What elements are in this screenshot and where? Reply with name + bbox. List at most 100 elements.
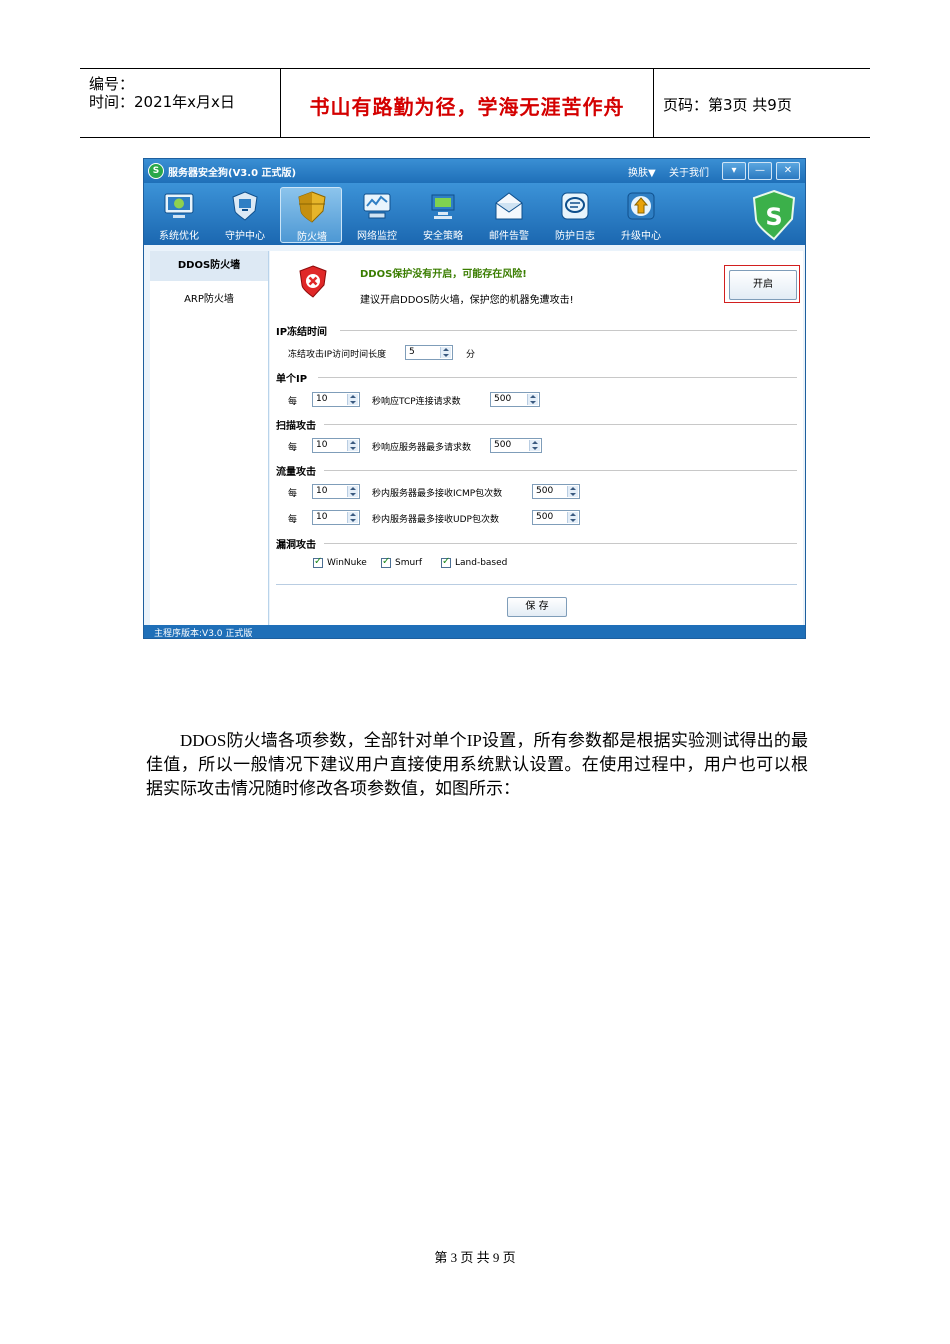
tool-protection-log[interactable]: 防护日志 xyxy=(544,187,606,243)
network-icon xyxy=(363,193,391,219)
mail-icon xyxy=(495,192,523,220)
tool-label: 邮件告警 xyxy=(489,231,529,242)
smurf-label: Smurf xyxy=(395,558,423,568)
stepper-value: 10 xyxy=(316,486,328,496)
alert-description: 建议开启DDOS防火墙，保护您的机器免遭攻击! xyxy=(360,295,574,306)
save-divider xyxy=(276,584,797,585)
smurf-checkbox[interactable] xyxy=(381,556,391,568)
section-divider xyxy=(324,543,797,544)
section-divider xyxy=(318,377,797,378)
icmp-seconds-stepper[interactable]: 10 xyxy=(312,484,360,499)
freeze-time-stepper[interactable]: 5 xyxy=(405,345,453,360)
header-right-cell: 页码：第3页 共9页 xyxy=(654,69,870,137)
section-divider xyxy=(324,424,797,425)
log-icon xyxy=(561,192,589,220)
stepper-value: 500 xyxy=(494,394,512,404)
winnuke-checkbox[interactable] xyxy=(313,556,323,568)
tcp-seconds-stepper[interactable]: 10 xyxy=(312,392,360,407)
sidebar: DDOS防火墙 ARP防火墙 xyxy=(150,251,269,625)
body-paragraph: DDOS防火墙各项参数，全部针对单个IP设置，所有参数都是根据实验测试得出的最佳… xyxy=(146,729,808,801)
icmp-label: 秒内服务器最多接收ICMP包次数 xyxy=(372,489,503,499)
icmp-packets-stepper[interactable]: 500 xyxy=(532,484,580,499)
tool-upgrade-center[interactable]: 升级中心 xyxy=(610,187,672,243)
page-header: 编号： 时间：2021年x月x日 书山有路勤为径，学海无涯苦作舟 页码：第3页 … xyxy=(80,68,870,138)
upgrade-icon xyxy=(627,192,655,220)
main-toolbar: 系统优化 守护中心 防火墙 网络监控 安全策略 邮件告警 防护日志 升级中心 S xyxy=(144,183,805,245)
tool-network-monitor[interactable]: 网络监控 xyxy=(346,187,408,243)
paragraph-text: DDOS防火墙各项参数，全部针对单个IP设置，所有参数都是根据实验测试得出的最佳… xyxy=(146,731,808,798)
section-title-flood: 流量攻击 xyxy=(276,467,316,478)
udp-label: 秒内服务器最多接收UDP包次数 xyxy=(372,515,499,525)
doc-time-label: 时间：2021年x月x日 xyxy=(89,93,235,111)
stepper-value: 10 xyxy=(316,394,328,404)
scan-seconds-stepper[interactable]: 10 xyxy=(312,438,360,453)
stepper-arrows-icon[interactable] xyxy=(347,486,358,497)
stepper-arrows-icon[interactable] xyxy=(347,512,358,523)
app-logo-icon: S xyxy=(148,163,164,179)
tool-label: 安全策略 xyxy=(423,231,463,242)
save-button[interactable]: 保 存 xyxy=(507,597,567,617)
stepper-value: 10 xyxy=(316,512,328,522)
per-label: 每 xyxy=(288,443,298,453)
tool-security-policy[interactable]: 安全策略 xyxy=(412,187,474,243)
tool-label: 防火墙 xyxy=(297,232,327,243)
land-based-label: Land-based xyxy=(455,558,508,568)
tcp-label: 秒响应TCP连接请求数 xyxy=(372,397,461,407)
tool-firewall[interactable]: 防火墙 xyxy=(280,187,342,243)
app-window: S 服务器安全狗(V3.0 正式版) 换肤▼ 关于我们 ▾ — ✕ 系统优化 守… xyxy=(143,158,806,639)
header-left-cell: 编号： 时间：2021年x月x日 xyxy=(80,69,281,137)
svg-text:S: S xyxy=(765,203,782,231)
scan-label: 秒响应服务器最多请求数 xyxy=(372,443,472,453)
stepper-value: 500 xyxy=(536,512,554,522)
stepper-arrows-icon[interactable] xyxy=(440,347,451,358)
per-label: 每 xyxy=(288,397,298,407)
winnuke-label: WinNuke xyxy=(327,558,367,568)
alert-title: DDOS保护没有开启，可能存在风险! xyxy=(360,269,527,280)
stepper-arrows-icon[interactable] xyxy=(527,394,538,405)
per-label: 每 xyxy=(288,515,298,525)
section-divider xyxy=(340,330,797,331)
udp-seconds-stepper[interactable]: 10 xyxy=(312,510,360,525)
status-bar: 主程序版本:V3.0 正式版 xyxy=(144,625,805,638)
open-button-highlight: 开启 xyxy=(724,265,800,303)
stepper-arrows-icon[interactable] xyxy=(567,486,578,497)
stepper-value: 500 xyxy=(494,440,512,450)
menu-dropdown-button[interactable]: ▾ xyxy=(722,162,746,180)
stepper-arrows-icon[interactable] xyxy=(347,394,358,405)
shield-icon xyxy=(298,191,326,223)
udp-packets-stepper[interactable]: 500 xyxy=(532,510,580,525)
header-motto: 书山有路勤为径，学海无涯苦作舟 xyxy=(309,95,625,119)
stepper-value: 10 xyxy=(316,440,328,450)
stepper-arrows-icon[interactable] xyxy=(529,440,540,451)
tool-system-optimize[interactable]: 系统优化 xyxy=(148,187,210,243)
tool-label: 系统优化 xyxy=(159,231,199,242)
close-button[interactable]: ✕ xyxy=(776,162,800,180)
enable-button[interactable]: 开启 xyxy=(729,270,797,300)
stepper-arrows-icon[interactable] xyxy=(567,512,578,523)
tool-label: 升级中心 xyxy=(621,231,661,242)
section-title-scan: 扫描攻击 xyxy=(276,421,316,432)
stepper-arrows-icon[interactable] xyxy=(347,440,358,451)
skin-menu[interactable]: 换肤▼ xyxy=(628,164,656,179)
tcp-requests-stepper[interactable]: 500 xyxy=(490,392,540,407)
tool-mail-alert[interactable]: 邮件告警 xyxy=(478,187,540,243)
section-title-freeze: IP冻结时间 xyxy=(276,327,328,338)
scan-requests-stepper[interactable]: 500 xyxy=(490,438,542,453)
about-link[interactable]: 关于我们 xyxy=(669,164,709,179)
freeze-unit: 分 xyxy=(466,350,476,360)
land-based-checkbox[interactable] xyxy=(441,556,451,568)
sidebar-item-ddos[interactable]: DDOS防火墙 xyxy=(150,251,268,281)
tool-guard-center[interactable]: 守护中心 xyxy=(214,187,276,243)
header-page-info: 页码：第3页 共9页 xyxy=(663,96,792,114)
page-footer: 第 3 页 共 9 页 xyxy=(434,1250,516,1265)
tool-label: 防护日志 xyxy=(555,231,595,242)
version-status: 主程序版本:V3.0 正式版 xyxy=(154,629,253,639)
stepper-value: 5 xyxy=(409,347,415,357)
per-label: 每 xyxy=(288,489,298,499)
window-title: 服务器安全狗(V3.0 正式版) xyxy=(168,168,297,179)
tool-label: 网络监控 xyxy=(357,231,397,242)
minimize-button[interactable]: — xyxy=(748,162,772,180)
firewall-panel: DDOS保护没有开启，可能存在风险! 建议开启DDOS防火墙，保护您的机器免遭攻… xyxy=(270,251,803,625)
stepper-value: 500 xyxy=(536,486,554,496)
sidebar-item-arp[interactable]: ARP防火墙 xyxy=(150,285,268,315)
